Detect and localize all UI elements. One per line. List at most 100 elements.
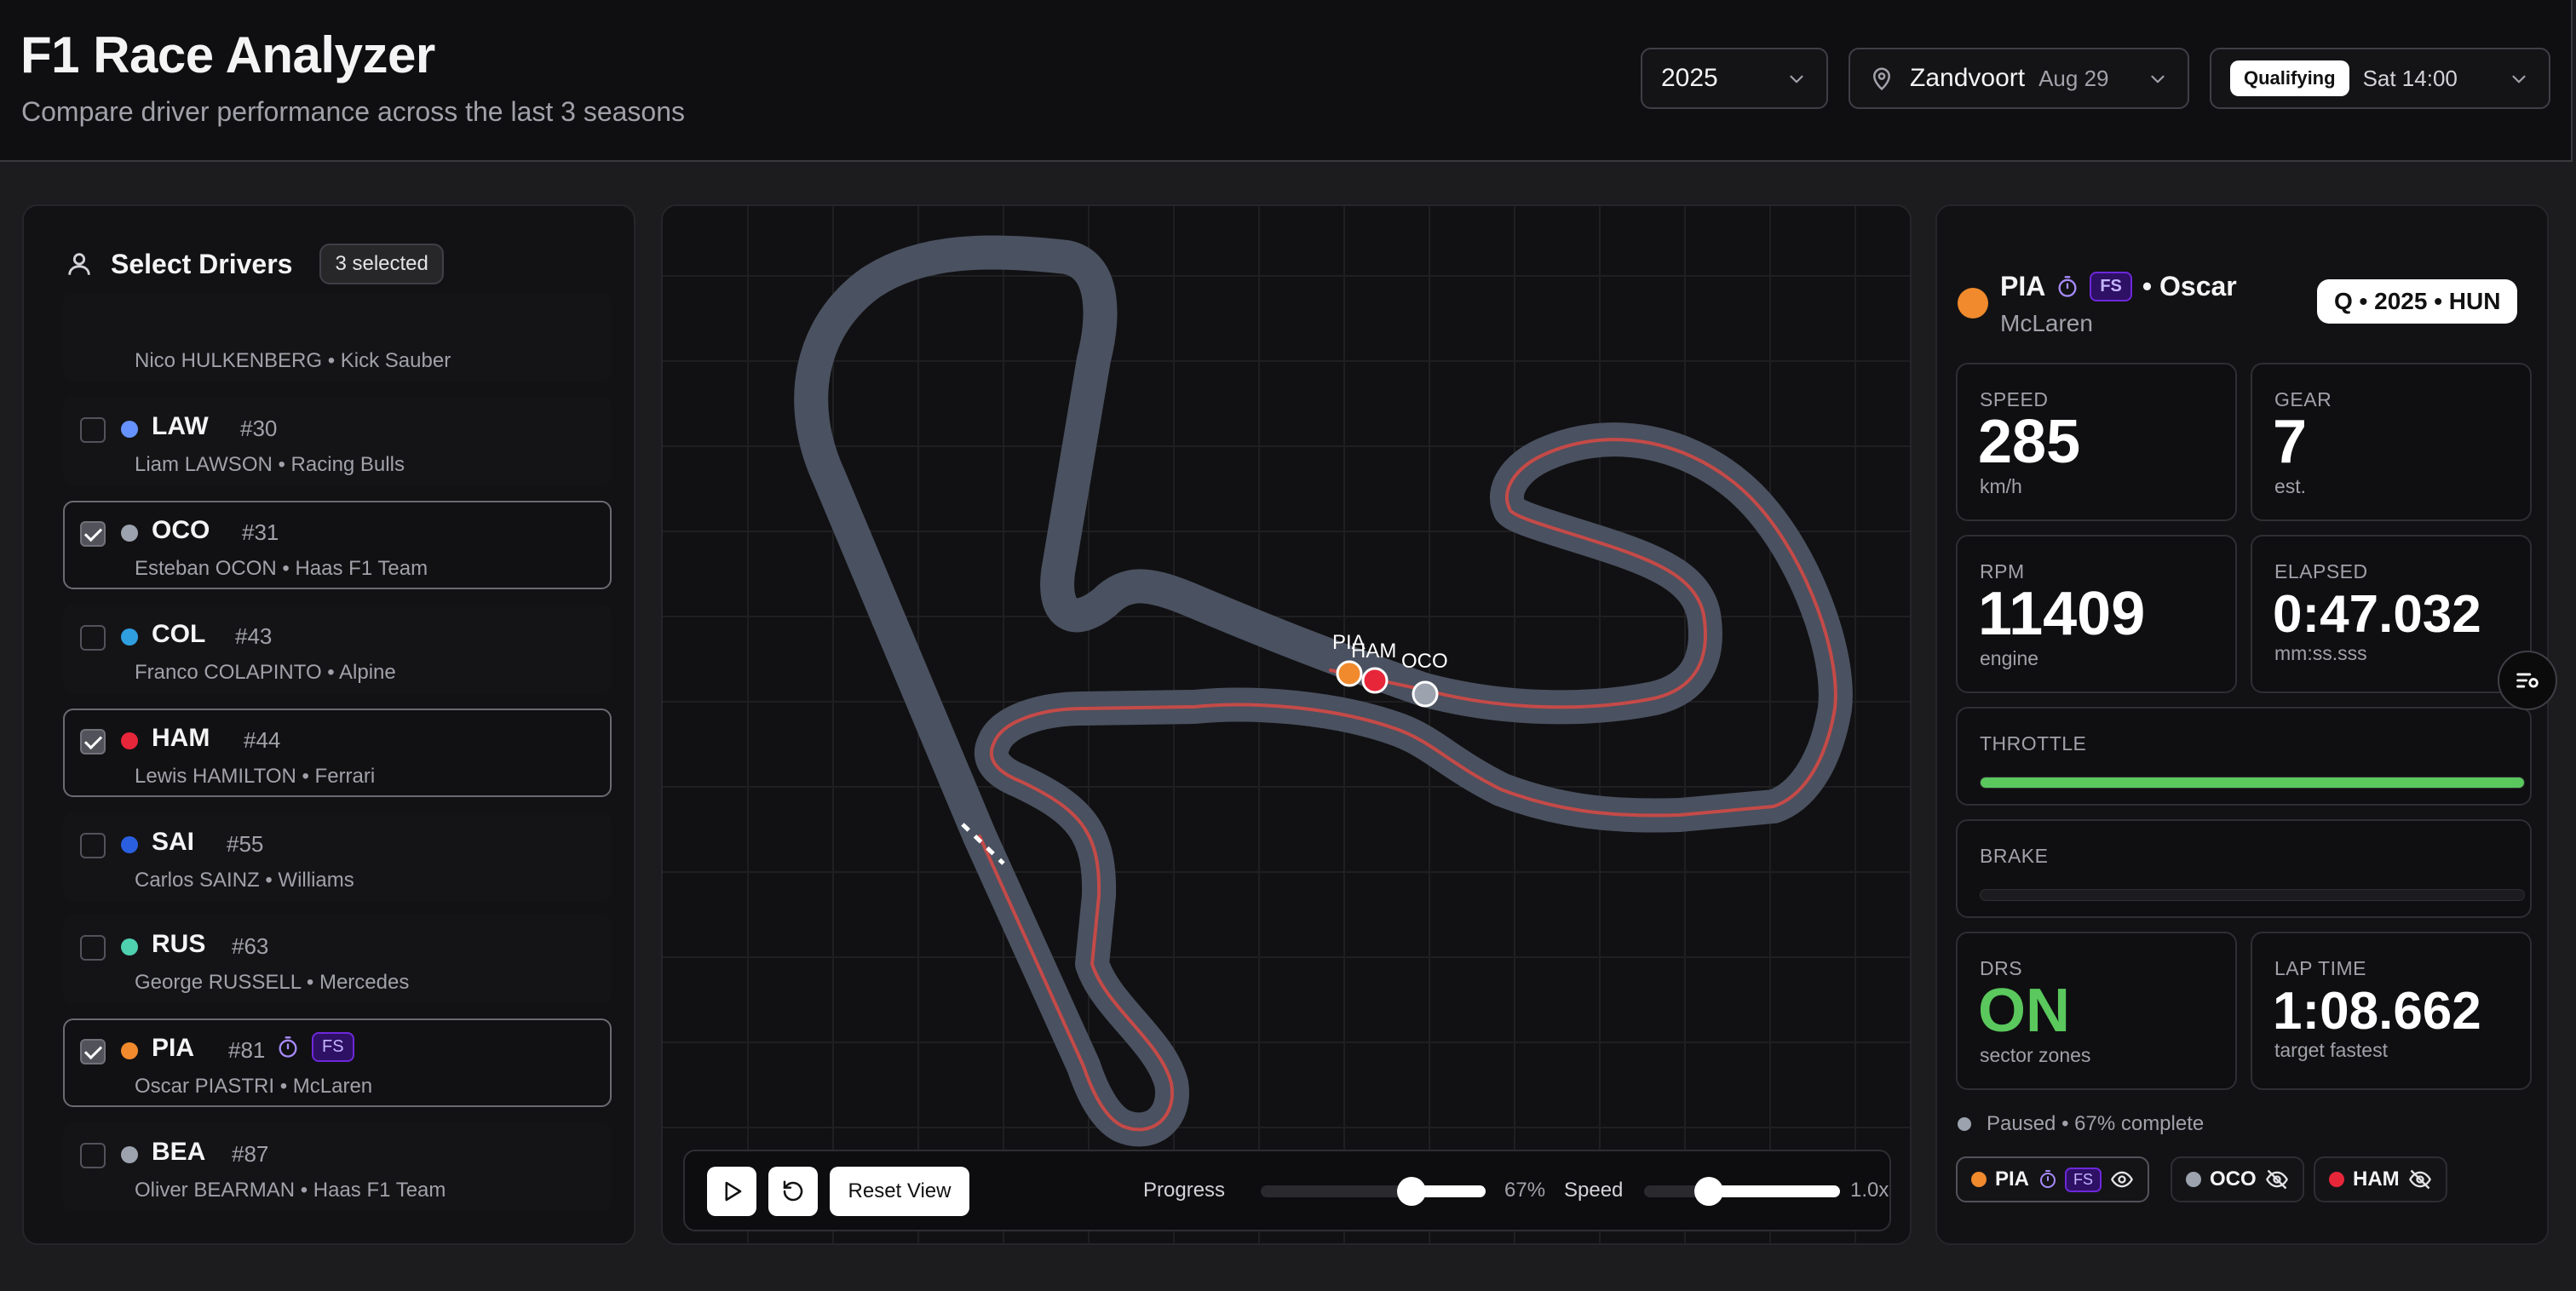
track-select[interactable]: Zandvoort Aug 29 — [1849, 48, 2189, 109]
racing-line — [978, 438, 1837, 1132]
team-color-dot — [121, 1146, 138, 1163]
driver-chip-oco[interactable]: OCO — [2171, 1156, 2304, 1202]
drs-card: DRS ON sector zones — [1956, 932, 2237, 1090]
driver-code: PIA — [152, 1034, 195, 1062]
speed-slider-fill — [1708, 1185, 1840, 1197]
driver-checkbox[interactable] — [80, 625, 106, 651]
lap-time-unit: target fastest — [2274, 1039, 2388, 1061]
marker-label: HAM — [1351, 640, 1396, 663]
rpm-value: 11409 — [1978, 580, 2146, 648]
chip-code: OCO — [2210, 1168, 2257, 1191]
driver-checkbox[interactable] — [80, 417, 106, 443]
year-value: 2025 — [1661, 64, 1718, 92]
filter-toggle-button[interactable] — [2498, 651, 2557, 710]
driver-code: RUS — [152, 930, 206, 958]
driver-row-sai[interactable]: SAI #55 Carlos SAINZ • Williams — [63, 812, 612, 901]
team-color-dot — [121, 732, 138, 749]
map-pin-icon — [1872, 67, 1891, 91]
driver-checkbox[interactable] — [80, 1143, 106, 1168]
chevron-down-icon — [2151, 75, 2165, 83]
speed-value: 1.0x — [1850, 1179, 1889, 1202]
driver-checkbox[interactable] — [80, 521, 106, 547]
fastest-badge: FS — [2065, 1167, 2102, 1192]
telemetry-driver-first: • Oscar — [2142, 271, 2237, 301]
chip-code: HAM — [2353, 1168, 2400, 1191]
play-icon — [725, 1181, 742, 1202]
stopwatch-icon — [2040, 1170, 2056, 1188]
progress-slider-thumb[interactable] — [1396, 1177, 1426, 1206]
driver-row-subtitle: Lewis HAMILTON • Ferrari — [135, 765, 376, 788]
fastest-badge: FS — [2090, 272, 2132, 301]
driver-number: #30 — [240, 416, 278, 441]
rpm-card: RPM 11409 engine — [1956, 535, 2237, 693]
driver-checkbox[interactable] — [80, 729, 106, 755]
elapsed-label: ELAPSED — [2274, 560, 2368, 582]
driver-row-col[interactable]: COL #43 Franco COLAPINTO • Alpine — [63, 605, 612, 693]
brake-label: BRAKE — [1980, 845, 2049, 867]
map-grid — [663, 206, 1910, 1243]
driver-select-panel: Select Drivers 3 selected Nico HULKENBER… — [22, 204, 635, 1245]
speed-card: SPEED 285 km/h — [1956, 363, 2237, 521]
playback-controls: Reset View Progress 67% Speed 1.0x — [683, 1150, 1891, 1231]
driver-chip-ham[interactable]: HAM — [2314, 1156, 2447, 1202]
team-color-dot — [121, 628, 138, 646]
track-date: Aug 29 — [2038, 65, 2109, 91]
chip-color-dot — [2186, 1172, 2201, 1187]
driver-row-subtitle: Liam LAWSON • Racing Bulls — [135, 453, 405, 476]
session-type-badge: Qualifying — [2230, 60, 2349, 96]
driver-panel-header: Select Drivers 3 selected — [65, 244, 444, 284]
track-name: Zandvoort — [1910, 64, 2026, 92]
eye-icon[interactable] — [2110, 1168, 2134, 1191]
driver-row-subtitle: Oliver BEARMAN • Haas F1 Team — [135, 1179, 446, 1202]
elapsed-value: 0:47.032 — [2273, 585, 2481, 644]
elapsed-unit: mm:ss.sss — [2274, 642, 2367, 664]
driver-row-bea[interactable]: BEA #87 Oliver BEARMAN • Haas F1 Team — [63, 1122, 612, 1211]
driver-row-rus[interactable]: RUS #63 George RUSSELL • Mercedes — [63, 915, 612, 1003]
gear-value: 7 — [2273, 408, 2308, 476]
driver-row-law[interactable]: LAW #30 Liam LAWSON • Racing Bulls — [63, 397, 612, 485]
driver-number: #31 — [242, 519, 279, 545]
team-color-dot — [121, 525, 138, 542]
year-select[interactable]: 2025 — [1641, 48, 1828, 109]
telemetry-team: McLaren — [2000, 310, 2093, 336]
rotate-ccw-icon — [783, 1180, 803, 1202]
driver-row-subtitle: Esteban OCON • Haas F1 Team — [135, 557, 428, 580]
eye-off-icon[interactable] — [2408, 1168, 2432, 1191]
driver-number: #87 — [232, 1141, 269, 1167]
driver-color-dot — [1958, 288, 1988, 318]
telemetry-driver-title: PIA FS • Oscar — [2000, 271, 2237, 302]
speed-slider-thumb[interactable] — [1693, 1177, 1723, 1206]
driver-checkbox[interactable] — [80, 935, 106, 961]
gear-unit: est. — [2274, 475, 2307, 497]
driver-checkbox[interactable] — [80, 833, 106, 858]
driver-chip-pia[interactable]: PIA FS — [1956, 1156, 2150, 1202]
driver-row-subtitle: Carlos SAINZ • Williams — [135, 869, 354, 892]
driver-row-subtitle: George RUSSELL • Mercedes — [135, 971, 410, 994]
play-button[interactable] — [707, 1167, 756, 1216]
brake-card: BRAKE — [1956, 819, 2532, 918]
driver-row-oco[interactable]: OCO #31 Esteban OCON • Haas F1 Team — [63, 501, 612, 589]
session-select[interactable]: Qualifying Sat 14:00 — [2210, 48, 2550, 109]
throttle-label: THROTTLE — [1980, 732, 2087, 755]
driver-row-pia[interactable]: PIA #81 FS Oscar PIASTRI • McLaren — [63, 1018, 612, 1107]
track-map-panel[interactable]: PIA HAM OCO Reset View Progress 67% Spee… — [661, 204, 1912, 1245]
throttle-bar-track — [1980, 777, 2525, 789]
chevron-down-icon — [2512, 75, 2526, 83]
track-map[interactable]: PIA HAM OCO — [663, 206, 1912, 1245]
lap-time-label: LAP TIME — [2274, 957, 2366, 979]
team-color-dot — [121, 421, 138, 438]
driver-panel-title: Select Drivers — [111, 248, 293, 279]
user-icon — [68, 253, 90, 275]
restart-button[interactable] — [768, 1167, 818, 1216]
driver-checkbox[interactable] — [80, 1039, 106, 1064]
reset-view-button[interactable]: Reset View — [830, 1167, 969, 1216]
driver-code: OCO — [152, 516, 210, 544]
driver-row-ham[interactable]: HAM #44 Lewis HAMILTON • Ferrari — [63, 709, 612, 797]
eye-off-icon[interactable] — [2265, 1168, 2289, 1191]
playback-status-text: Paused • 67% complete — [1987, 1112, 2205, 1135]
telemetry-panel: PIA FS • Oscar McLaren Q • 2025 • HUN SP… — [1935, 204, 2549, 1245]
driver-row-hul[interactable]: Nico HULKENBERG • Kick Sauber — [63, 293, 612, 382]
playback-status: Paused • 67% complete — [1958, 1112, 2204, 1136]
driver-row-subtitle: Oscar PIASTRI • McLaren — [135, 1075, 373, 1098]
driver-code: COL — [152, 620, 206, 648]
